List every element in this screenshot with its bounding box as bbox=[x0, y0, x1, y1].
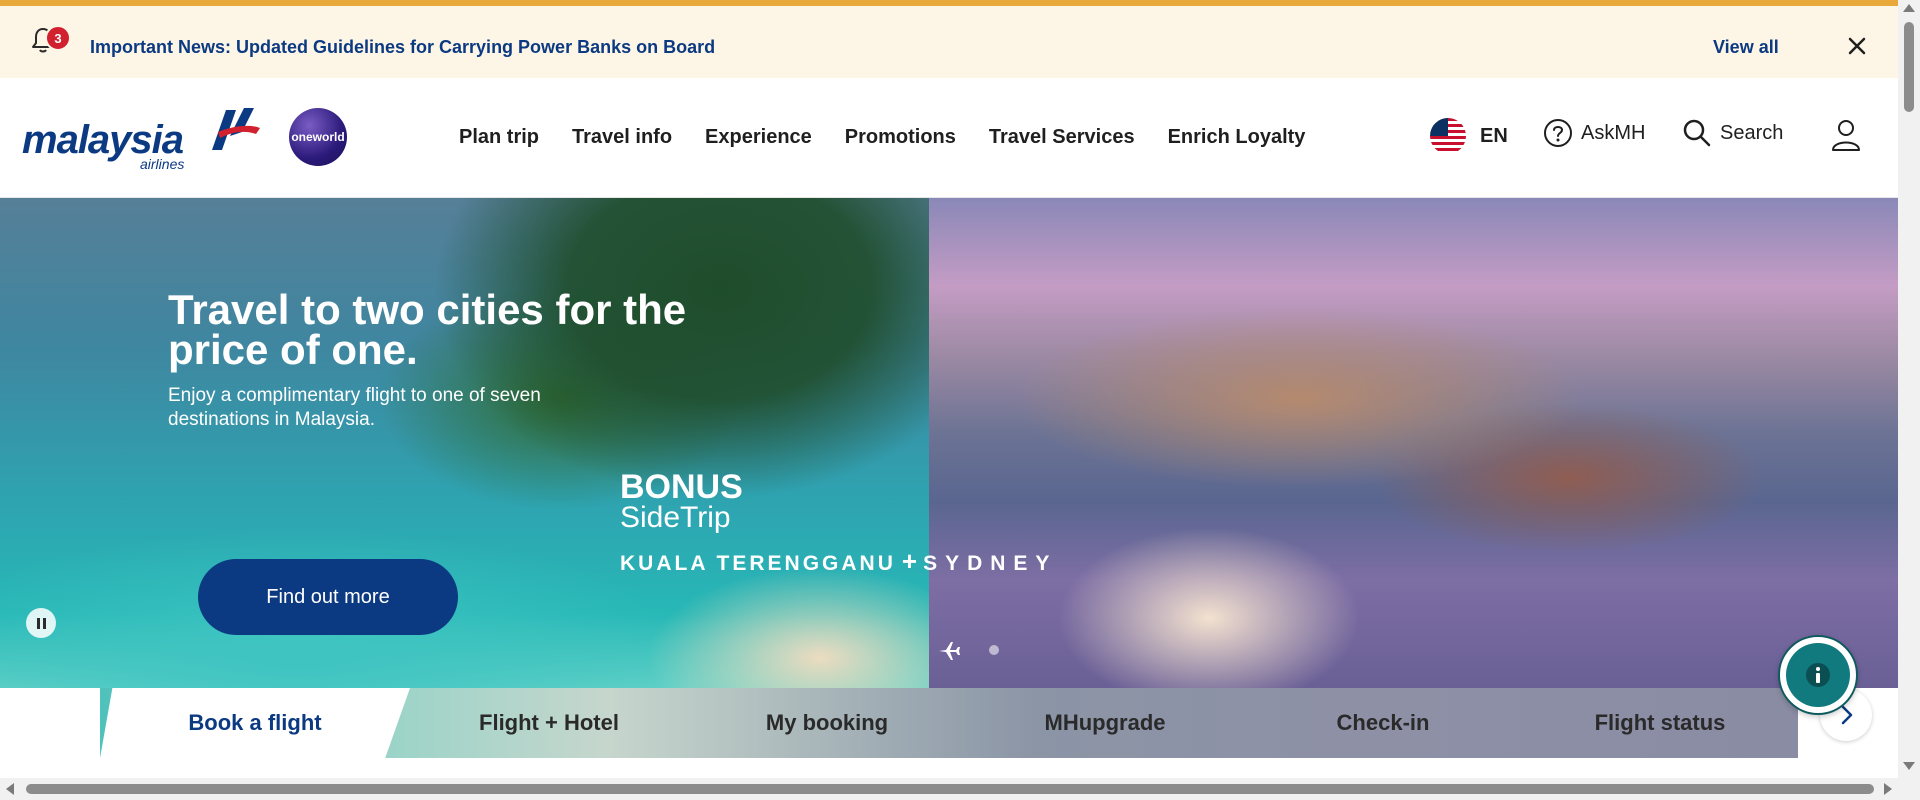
notification-count-badge: 3 bbox=[45, 25, 71, 51]
nav-item-promotions[interactable]: Promotions bbox=[845, 126, 956, 149]
city-destination: SYDNEY bbox=[923, 552, 1058, 575]
page: 3 Important News: Updated Guidelines for… bbox=[0, 0, 1920, 800]
bonus-heading: BONUS bbox=[620, 468, 743, 506]
search-label: Search bbox=[1720, 121, 1784, 144]
nav-item-enrich-loyalty[interactable]: Enrich Loyalty bbox=[1168, 126, 1306, 149]
close-icon[interactable] bbox=[1845, 34, 1869, 58]
scroll-down-arrow-icon[interactable] bbox=[1903, 762, 1915, 770]
pause-carousel-button[interactable] bbox=[26, 608, 56, 638]
tab-flight-hotel[interactable]: Flight + Hotel bbox=[410, 688, 688, 758]
tab-flight-status[interactable]: Flight status bbox=[1522, 688, 1798, 758]
kite-logo-icon bbox=[212, 108, 260, 150]
help-circle-icon bbox=[1544, 119, 1572, 147]
scroll-left-arrow-icon[interactable] bbox=[6, 783, 14, 795]
carousel-dot[interactable] bbox=[989, 645, 999, 655]
nav-item-travel-services[interactable]: Travel Services bbox=[989, 126, 1135, 149]
hero-banner: Travel to two cities for the price of on… bbox=[0, 198, 1898, 688]
nav-item-experience[interactable]: Experience bbox=[705, 126, 812, 149]
askmh-button[interactable]: AskMH bbox=[1543, 118, 1645, 148]
language-label: EN bbox=[1480, 124, 1508, 147]
booking-tabs: Book a flight Flight + Hotel My booking … bbox=[100, 688, 1798, 758]
vertical-scrollbar[interactable] bbox=[1898, 0, 1920, 800]
user-icon[interactable] bbox=[1830, 118, 1862, 152]
logo-subtext: airlines bbox=[140, 156, 185, 172]
sidetrip-heading: SideTrip bbox=[620, 501, 731, 534]
nav-item-plan-trip[interactable]: Plan trip bbox=[459, 126, 539, 149]
search-button[interactable]: Search bbox=[1682, 118, 1783, 148]
route-label: KUALA TERENGGANU + SYDNEY bbox=[620, 546, 1057, 577]
tab-check-in[interactable]: Check-in bbox=[1244, 688, 1522, 758]
vertical-scroll-thumb[interactable] bbox=[1904, 22, 1914, 112]
hero-image-sydney bbox=[929, 198, 1898, 688]
horizontal-scrollbar[interactable] bbox=[0, 778, 1898, 800]
find-out-more-button[interactable]: Find out more bbox=[198, 559, 458, 635]
pause-icon bbox=[36, 617, 40, 629]
nav-item-travel-info[interactable]: Travel info bbox=[572, 126, 672, 149]
carousel-indicators bbox=[937, 638, 999, 662]
info-button[interactable] bbox=[1778, 635, 1858, 715]
askmh-label: AskMH bbox=[1581, 121, 1646, 144]
hero-image-island bbox=[0, 198, 929, 688]
tab-my-booking[interactable]: My booking bbox=[688, 688, 966, 758]
oneworld-logo[interactable]: oneworld bbox=[289, 108, 347, 166]
search-icon bbox=[1683, 119, 1711, 147]
tab-mhupgrade[interactable]: MHupgrade bbox=[966, 688, 1244, 758]
plane-icon[interactable] bbox=[937, 638, 961, 662]
language-selector[interactable]: EN bbox=[1430, 118, 1508, 154]
info-icon bbox=[1786, 643, 1850, 707]
hero-subtitle: Enjoy a complimentary flight to one of s… bbox=[168, 385, 541, 430]
scroll-up-arrow-icon[interactable] bbox=[1903, 4, 1915, 12]
site-header: malaysia airlines oneworld Plan trip Tra… bbox=[0, 78, 1898, 198]
horizontal-scroll-thumb[interactable] bbox=[26, 784, 1874, 794]
hero-title: Travel to two cities for the price of on… bbox=[168, 286, 687, 373]
city-origin: KUALA TERENGGANU bbox=[620, 552, 896, 575]
tab-book-a-flight[interactable]: Book a flight bbox=[100, 688, 410, 758]
main-nav: Plan trip Travel info Experience Promoti… bbox=[459, 126, 1338, 149]
news-banner: 3 Important News: Updated Guidelines for… bbox=[0, 6, 1898, 78]
malaysia-airlines-logo[interactable]: malaysia airlines bbox=[22, 106, 260, 172]
scroll-right-arrow-icon[interactable] bbox=[1884, 783, 1892, 795]
us-flag-icon bbox=[1430, 118, 1466, 154]
view-all-link[interactable]: View all bbox=[1713, 37, 1779, 58]
plus-sign: + bbox=[901, 546, 918, 576]
news-message-link[interactable]: Important News: Updated Guidelines for C… bbox=[90, 37, 715, 58]
